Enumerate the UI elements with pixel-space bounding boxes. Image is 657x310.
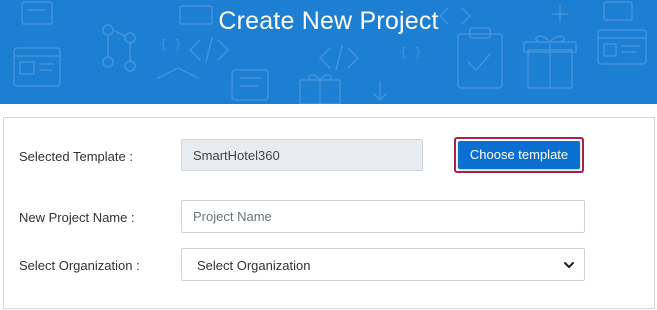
organization-select-value: Select Organization bbox=[197, 258, 311, 273]
page-title: Create New Project bbox=[218, 7, 439, 35]
selected-template-field: SmartHotel360 bbox=[181, 139, 423, 171]
choose-template-button[interactable]: Choose template bbox=[454, 137, 584, 173]
create-project-form: Selected Template : SmartHotel360 Choose… bbox=[3, 117, 655, 309]
svg-text:{ }: { } bbox=[160, 38, 182, 52]
page-header: { } { } Create New Project bbox=[0, 0, 657, 104]
selected-template-label: Selected Template : bbox=[19, 149, 133, 164]
project-name-label: New Project Name : bbox=[19, 210, 135, 225]
project-name-input[interactable] bbox=[181, 200, 585, 233]
svg-text:{ }: { } bbox=[400, 46, 422, 60]
choose-template-button-label: Choose template bbox=[458, 141, 580, 169]
select-organization-label: Select Organization : bbox=[19, 258, 140, 273]
chevron-down-icon bbox=[564, 262, 574, 268]
organization-select[interactable]: Select Organization bbox=[181, 248, 585, 281]
